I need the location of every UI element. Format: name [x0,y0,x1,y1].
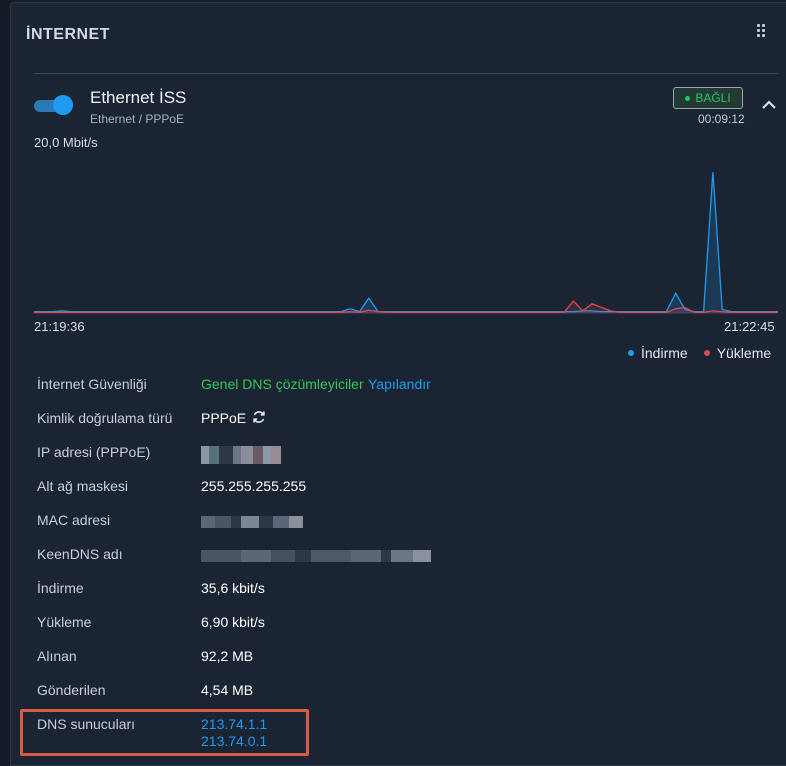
connection-type: Ethernet / PPPoE [90,112,185,126]
keendns-label: KeenDNS adı [37,546,123,562]
mac-address-label: MAC adresi [37,512,111,528]
row-subnet-mask: Alt ağ maskesi 255.255.255.255 [37,478,777,512]
sent-value: 4,54 MB [201,682,254,698]
auth-type-label: Kimlik doğrulama türü [37,410,173,426]
configure-link[interactable]: Yapılandır [368,376,431,392]
row-ip-address: IP adresi (PPPoE) [37,444,777,478]
legend-upload: Yükleme [703,345,772,361]
legend-download: İndirme [628,345,688,361]
series-line-download [34,171,778,313]
chevron-up-icon[interactable] [761,98,777,110]
download-value: 35,6 kbit/s [201,580,265,596]
series-area-download [34,172,778,313]
upload-dot-icon [703,350,710,356]
status-text: BAĞLI [695,91,731,105]
toggle-knob [53,95,73,115]
row-upload: Yükleme 6,90 kbit/s [37,614,777,648]
keendns-redacted [201,550,431,562]
status-badge: BAĞLI [673,87,743,109]
row-received: Alınan 92,2 MB [37,648,777,682]
status-dot-icon [685,95,691,101]
download-label: İndirme [37,580,84,596]
connection-toggle[interactable] [34,95,73,115]
chart-x-end-label: 21:22:45 [724,319,775,334]
connection-info: İnternet Güvenliği Genel DNS çözümleyici… [37,376,777,750]
auth-type-value: PPPoE [201,410,247,426]
row-mac-address: MAC adresi [37,512,777,546]
panel-title: İNTERNET [26,26,110,43]
upload-value: 6,90 kbit/s [201,614,265,630]
ip-address-label: IP adresi (PPPoE) [37,444,151,460]
row-internet-security: İnternet Güvenliği Genel DNS çözümleyici… [37,376,777,410]
traffic-chart [34,171,778,314]
legend-upload-label: Yükleme [716,345,772,361]
row-auth-type: Kimlik doğrulama türü PPPoE [37,410,777,444]
connection-name: Ethernet İSS [90,88,187,107]
upload-label: Yükleme [37,614,92,630]
ip-address-redacted [201,446,281,464]
chart-x-start-label: 21:19:36 [34,319,85,334]
refresh-icon[interactable] [251,409,267,425]
internet-security-value: Genel DNS çözümleyiciler [201,376,364,392]
grip-icon[interactable] [757,24,767,42]
chart-legend: İndirme Yükleme [628,345,771,361]
legend-download-label: İndirme [641,345,688,361]
row-download: İndirme 35,6 kbit/s [37,580,777,614]
received-value: 92,2 MB [201,648,254,664]
download-dot-icon [628,350,634,356]
dns-highlight-box [20,709,309,756]
uptime: 00:09:12 [698,112,745,126]
chart-y-max-label: 20,0 Mbit/s [34,135,98,150]
internet-security-label: İnternet Güvenliği [37,376,147,392]
subnet-mask-value: 255.255.255.255 [201,478,307,494]
row-keendns-name: KeenDNS adı [37,546,777,580]
subnet-mask-label: Alt ağ maskesi [37,478,129,494]
divider [34,73,778,74]
received-label: Alınan [37,648,77,664]
mac-address-redacted [201,516,303,528]
sent-label: Gönderilen [37,682,106,698]
